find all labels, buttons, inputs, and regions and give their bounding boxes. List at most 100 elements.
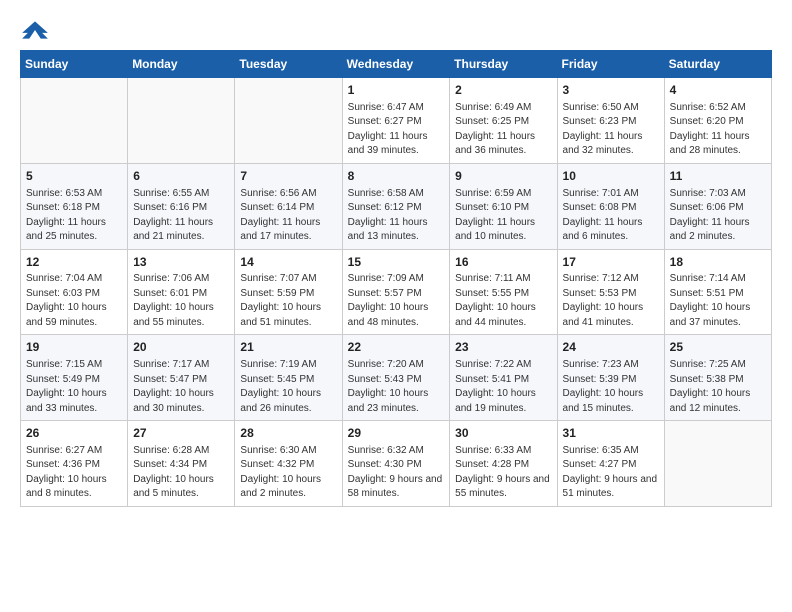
day-number: 14 — [240, 254, 336, 271]
calendar-week-row: 19 Sunrise: 7:15 AM Sunset: 5:49 PM Dayli… — [21, 335, 772, 421]
logo — [20, 20, 54, 40]
calendar-day-cell: 11 Sunrise: 7:03 AM Sunset: 6:06 PM Dayli… — [664, 163, 771, 249]
day-info: Sunrise: 7:01 AM Sunset: 6:08 PM Dayligh… — [563, 187, 659, 245]
calendar-day-cell: 14Sunrise: 7:07 AM Sunset: 5:59 PM Dayli… — [235, 249, 342, 335]
weekday-header: Tuesday — [235, 51, 342, 78]
day-info: Sunrise: 6:52 AM Sunset: 6:20 PM Dayligh… — [670, 101, 766, 159]
calendar-day-cell: 7Sunrise: 6:56 AM Sunset: 6:14 PM Daylig… — [235, 163, 342, 249]
day-info: Sunrise: 7:06 AM Sunset: 6:01 PM Dayligh… — [133, 272, 229, 330]
calendar-day-cell: 22 Sunrise: 7:20 AM Sunset: 5:43 PM Dayli… — [342, 335, 450, 421]
day-info: Sunrise: 6:27 AM Sunset: 4:36 PM Dayligh… — [26, 444, 122, 502]
day-number: 24 — [563, 339, 659, 356]
day-info: Sunrise: 7:04 AM Sunset: 6:03 PM Dayligh… — [26, 272, 122, 330]
day-number: 12 — [26, 254, 122, 271]
day-info: Sunrise: 6:55 AM Sunset: 6:16 PM Dayligh… — [133, 187, 229, 245]
day-number: 23 — [455, 339, 551, 356]
calendar-day-cell: 16Sunrise: 7:11 AM Sunset: 5:55 PM Dayli… — [450, 249, 557, 335]
day-number: 1 — [348, 82, 445, 99]
day-info: Sunrise: 6:35 AM Sunset: 4:27 PM Dayligh… — [563, 444, 659, 502]
day-info: Sunrise: 6:59 AM Sunset: 6:10 PM Dayligh… — [455, 187, 551, 245]
day-number: 9 — [455, 168, 551, 185]
day-info: Sunrise: 6:32 AM Sunset: 4:30 PM Dayligh… — [348, 444, 445, 502]
day-info: Sunrise: 6:47 AM Sunset: 6:27 PM Dayligh… — [348, 101, 445, 159]
day-info: Sunrise: 6:28 AM Sunset: 4:34 PM Dayligh… — [133, 444, 229, 502]
calendar-day-cell: 17Sunrise: 7:12 AM Sunset: 5:53 PM Dayli… — [557, 249, 664, 335]
calendar-day-cell — [128, 78, 235, 164]
calendar-day-cell: 26Sunrise: 6:27 AM Sunset: 4:36 PM Dayli… — [21, 421, 128, 507]
calendar-day-cell: 13Sunrise: 7:06 AM Sunset: 6:01 PM Dayli… — [128, 249, 235, 335]
calendar-day-cell: 8 Sunrise: 6:58 AM Sunset: 6:12 PM Daylig… — [342, 163, 450, 249]
calendar-week-row: 12Sunrise: 7:04 AM Sunset: 6:03 PM Dayli… — [21, 249, 772, 335]
day-info: Sunrise: 7:23 AM Sunset: 5:39 PM Dayligh… — [563, 358, 659, 416]
calendar-day-cell: 31 Sunrise: 6:35 AM Sunset: 4:27 PM Dayli… — [557, 421, 664, 507]
day-info: Sunrise: 7:25 AM Sunset: 5:38 PM Dayligh… — [670, 358, 766, 416]
calendar-day-cell: 5 Sunrise: 6:53 AM Sunset: 6:18 PM Daylig… — [21, 163, 128, 249]
weekday-header: Wednesday — [342, 51, 450, 78]
day-info: Sunrise: 7:15 AM Sunset: 5:49 PM Dayligh… — [26, 358, 122, 416]
calendar-day-cell: 18Sunrise: 7:14 AM Sunset: 5:51 PM Dayli… — [664, 249, 771, 335]
day-number: 25 — [670, 339, 766, 356]
day-info: Sunrise: 7:20 AM Sunset: 5:43 PM Dayligh… — [348, 358, 445, 416]
calendar-day-cell: 25 Sunrise: 7:25 AM Sunset: 5:38 PM Dayli… — [664, 335, 771, 421]
calendar-day-cell: 19 Sunrise: 7:15 AM Sunset: 5:49 PM Dayli… — [21, 335, 128, 421]
logo-icon — [20, 20, 50, 40]
calendar-day-cell: 12Sunrise: 7:04 AM Sunset: 6:03 PM Dayli… — [21, 249, 128, 335]
calendar-day-cell: 30 Sunrise: 6:33 AM Sunset: 4:28 PM Dayli… — [450, 421, 557, 507]
day-number: 22 — [348, 339, 445, 356]
day-info: Sunrise: 6:49 AM Sunset: 6:25 PM Dayligh… — [455, 101, 551, 159]
day-number: 19 — [26, 339, 122, 356]
day-number: 28 — [240, 425, 336, 442]
weekday-header: Sunday — [21, 51, 128, 78]
day-info: Sunrise: 7:22 AM Sunset: 5:41 PM Dayligh… — [455, 358, 551, 416]
day-number: 17 — [563, 254, 659, 271]
weekday-header: Thursday — [450, 51, 557, 78]
calendar-header-row: SundayMondayTuesdayWednesdayThursdayFrid… — [21, 51, 772, 78]
weekday-header: Saturday — [664, 51, 771, 78]
calendar-day-cell — [21, 78, 128, 164]
day-number: 20 — [133, 339, 229, 356]
calendar-day-cell: 15Sunrise: 7:09 AM Sunset: 5:57 PM Dayli… — [342, 249, 450, 335]
calendar-day-cell: 21 Sunrise: 7:19 AM Sunset: 5:45 PM Dayli… — [235, 335, 342, 421]
calendar-day-cell: 20Sunrise: 7:17 AM Sunset: 5:47 PM Dayli… — [128, 335, 235, 421]
day-info: Sunrise: 6:50 AM Sunset: 6:23 PM Dayligh… — [563, 101, 659, 159]
day-number: 2 — [455, 82, 551, 99]
calendar-day-cell: 28 Sunrise: 6:30 AM Sunset: 4:32 PM Dayli… — [235, 421, 342, 507]
calendar-day-cell: 2 Sunrise: 6:49 AM Sunset: 6:25 PM Daylig… — [450, 78, 557, 164]
day-info: Sunrise: 7:19 AM Sunset: 5:45 PM Dayligh… — [240, 358, 336, 416]
page-header — [20, 20, 772, 40]
day-info: Sunrise: 6:33 AM Sunset: 4:28 PM Dayligh… — [455, 444, 551, 502]
day-number: 4 — [670, 82, 766, 99]
day-info: Sunrise: 7:12 AM Sunset: 5:53 PM Dayligh… — [563, 272, 659, 330]
day-number: 13 — [133, 254, 229, 271]
calendar-day-cell: 3Sunrise: 6:50 AM Sunset: 6:23 PM Daylig… — [557, 78, 664, 164]
calendar-day-cell: 6 Sunrise: 6:55 AM Sunset: 6:16 PM Daylig… — [128, 163, 235, 249]
day-number: 10 — [563, 168, 659, 185]
day-number: 30 — [455, 425, 551, 442]
weekday-header: Friday — [557, 51, 664, 78]
calendar-day-cell — [664, 421, 771, 507]
day-number: 6 — [133, 168, 229, 185]
calendar-day-cell: 27Sunrise: 6:28 AM Sunset: 4:34 PM Dayli… — [128, 421, 235, 507]
day-info: Sunrise: 6:58 AM Sunset: 6:12 PM Dayligh… — [348, 187, 445, 245]
calendar-week-row: 26Sunrise: 6:27 AM Sunset: 4:36 PM Dayli… — [21, 421, 772, 507]
day-number: 5 — [26, 168, 122, 185]
day-number: 7 — [240, 168, 336, 185]
day-info: Sunrise: 7:09 AM Sunset: 5:57 PM Dayligh… — [348, 272, 445, 330]
day-number: 29 — [348, 425, 445, 442]
day-info: Sunrise: 7:11 AM Sunset: 5:55 PM Dayligh… — [455, 272, 551, 330]
day-number: 21 — [240, 339, 336, 356]
day-info: Sunrise: 6:30 AM Sunset: 4:32 PM Dayligh… — [240, 444, 336, 502]
calendar-day-cell: 10 Sunrise: 7:01 AM Sunset: 6:08 PM Dayli… — [557, 163, 664, 249]
day-number: 8 — [348, 168, 445, 185]
calendar-day-cell: 24 Sunrise: 7:23 AM Sunset: 5:39 PM Dayli… — [557, 335, 664, 421]
calendar-day-cell: 23 Sunrise: 7:22 AM Sunset: 5:41 PM Dayli… — [450, 335, 557, 421]
day-info: Sunrise: 7:03 AM Sunset: 6:06 PM Dayligh… — [670, 187, 766, 245]
day-info: Sunrise: 7:14 AM Sunset: 5:51 PM Dayligh… — [670, 272, 766, 330]
day-number: 15 — [348, 254, 445, 271]
day-info: Sunrise: 6:53 AM Sunset: 6:18 PM Dayligh… — [26, 187, 122, 245]
day-number: 31 — [563, 425, 659, 442]
calendar-day-cell: 29 Sunrise: 6:32 AM Sunset: 4:30 PM Dayli… — [342, 421, 450, 507]
calendar-week-row: 1 Sunrise: 6:47 AM Sunset: 6:27 PM Daylig… — [21, 78, 772, 164]
calendar-day-cell — [235, 78, 342, 164]
day-number: 11 — [670, 168, 766, 185]
